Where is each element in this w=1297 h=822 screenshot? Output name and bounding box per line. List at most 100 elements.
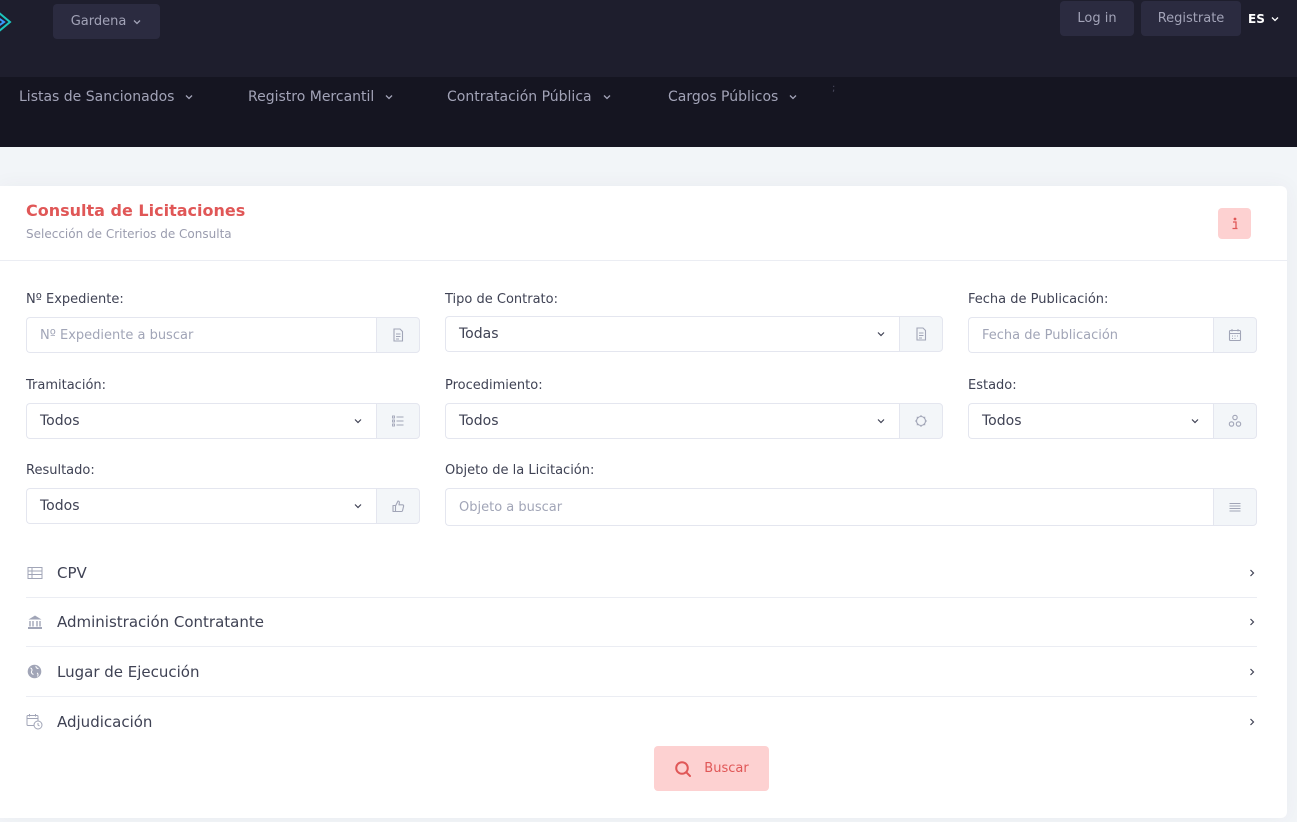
language-selector[interactable]: ES	[1248, 12, 1280, 26]
expediente-input[interactable]	[26, 317, 376, 353]
register-label: Registrate	[1157, 11, 1225, 26]
chevron-right-icon	[1250, 668, 1255, 675]
accordion-lugar-ejecucion[interactable]: Lugar de Ejecución	[26, 647, 1257, 697]
workspace-label: Gardena	[70, 14, 127, 29]
nav-item-label: Cargos Públicos	[668, 89, 779, 105]
nav-item-cargos-publicos[interactable]: Cargos Públicos	[668, 89, 798, 105]
resultado-addon	[376, 488, 420, 524]
estado-value: Todos	[982, 413, 1022, 429]
estado-field-group: Todos	[968, 403, 1257, 439]
card-header: Consulta de Licitaciones Selección de Cr…	[0, 186, 1287, 261]
workspace-dropdown[interactable]: Gardena	[53, 4, 160, 39]
tramitacion-field-group: Todos	[26, 403, 420, 439]
search-button[interactable]: Buscar	[654, 746, 769, 791]
accordion-label: Lugar de Ejecución	[57, 662, 200, 681]
page-title: Consulta de Licitaciones	[26, 201, 246, 220]
thumbs-up-icon	[392, 500, 405, 513]
top-bar: Gardena Log in Registrate ES	[0, 0, 1297, 77]
expediente-label: Nº Expediente:	[26, 292, 124, 307]
accordion-label: Adjudicación	[57, 712, 153, 731]
procedimiento-value: Todos	[459, 413, 499, 429]
chevron-right-icon	[1250, 718, 1255, 725]
tipo-contrato-select[interactable]: Todas	[445, 316, 899, 352]
expediente-addon	[376, 317, 420, 353]
login-button[interactable]: Log in	[1060, 1, 1134, 36]
nav-item-sancionados[interactable]: Listas de Sancionados	[19, 89, 194, 105]
fecha-publicacion-label: Fecha de Publicación:	[968, 292, 1109, 307]
tramitacion-addon	[376, 403, 420, 439]
fecha-publicacion-input[interactable]	[968, 317, 1213, 353]
info-icon	[1232, 217, 1237, 229]
estado-addon	[1213, 403, 1257, 439]
bank-icon	[26, 614, 43, 631]
search-card: Consulta de Licitaciones Selección de Cr…	[0, 186, 1287, 818]
table-icon	[26, 565, 43, 582]
objeto-label: Objeto de la Licitación:	[445, 463, 595, 478]
accordion-adjudicacion[interactable]: Adjudicación	[26, 697, 1257, 746]
accordion-label: Administración Contratante	[57, 613, 264, 631]
text-lines-icon	[1229, 503, 1241, 512]
logo-icon[interactable]	[0, 8, 18, 36]
resultado-label: Resultado:	[26, 463, 95, 478]
expediente-field-group	[26, 317, 420, 353]
info-button[interactable]	[1218, 208, 1251, 239]
chevron-down-icon	[354, 419, 362, 424]
list-icon	[392, 415, 404, 427]
calendar-icon	[1228, 329, 1242, 342]
chevron-down-icon	[1271, 17, 1279, 22]
procedimiento-addon	[899, 403, 943, 439]
search-icon	[675, 760, 692, 777]
estado-select[interactable]: Todos	[968, 403, 1213, 439]
tramitacion-label: Tramitación:	[26, 378, 107, 393]
accordion-label: CPV	[57, 564, 87, 582]
chevron-down-icon	[877, 419, 885, 424]
language-label: ES	[1248, 12, 1265, 26]
resultado-value: Todos	[40, 498, 80, 514]
tipo-contrato-value: Todas	[459, 326, 499, 342]
nav-item-label: Contratación Pública	[447, 89, 592, 105]
search-button-label: Buscar	[704, 761, 749, 776]
estado-label: Estado:	[968, 378, 1017, 393]
procedimiento-select[interactable]: Todos	[445, 403, 899, 439]
login-label: Log in	[1077, 11, 1117, 26]
calendar-clock-icon	[26, 713, 43, 730]
chevron-down-icon	[385, 95, 393, 100]
nav-item-contratacion-publica[interactable]: Contratación Pública	[447, 89, 612, 105]
tipo-contrato-label: Tipo de Contrato:	[445, 292, 558, 307]
procedimiento-label: Procedimiento:	[445, 378, 543, 393]
nav-separator: ;	[832, 83, 836, 94]
chevron-down-icon	[603, 95, 611, 100]
tramitacion-select[interactable]: Todos	[26, 403, 376, 439]
nodes-icon	[1228, 414, 1242, 427]
cycle-icon	[915, 415, 927, 427]
tramitacion-value: Todos	[40, 413, 80, 429]
chevron-down-icon	[185, 95, 193, 100]
chevron-down-icon	[789, 95, 797, 100]
objeto-field-group	[445, 488, 1257, 526]
document-icon	[916, 327, 927, 341]
resultado-field-group: Todos	[26, 488, 420, 524]
chevron-down-icon	[1191, 419, 1199, 424]
chevron-down-icon	[877, 332, 885, 337]
main-nav: Listas de Sancionados Registro Mercantil…	[0, 77, 1297, 147]
fecha-publicacion-addon	[1213, 317, 1257, 353]
chevron-down-icon	[354, 504, 362, 509]
objeto-input[interactable]	[445, 488, 1213, 526]
objeto-addon	[1213, 488, 1257, 526]
resultado-select[interactable]: Todos	[26, 488, 376, 524]
page-subtitle: Selección de Criterios de Consulta	[26, 227, 232, 241]
nav-item-label: Listas de Sancionados	[19, 89, 175, 105]
nav-item-registro-mercantil[interactable]: Registro Mercantil	[248, 89, 394, 105]
tipo-contrato-field-group: Todas	[445, 316, 943, 352]
chevron-down-icon	[133, 19, 141, 24]
document-icon	[393, 328, 404, 342]
chevron-right-icon	[1250, 618, 1255, 626]
accordion-administracion-contratante[interactable]: Administración Contratante	[26, 598, 1257, 647]
chevron-right-icon	[1250, 569, 1255, 577]
globe-icon	[26, 663, 43, 680]
fecha-publicacion-field-group	[968, 317, 1257, 353]
register-button[interactable]: Registrate	[1141, 1, 1241, 36]
procedimiento-field-group: Todos	[445, 403, 943, 439]
accordion-cpv[interactable]: CPV	[26, 549, 1257, 598]
nav-item-label: Registro Mercantil	[248, 89, 375, 105]
